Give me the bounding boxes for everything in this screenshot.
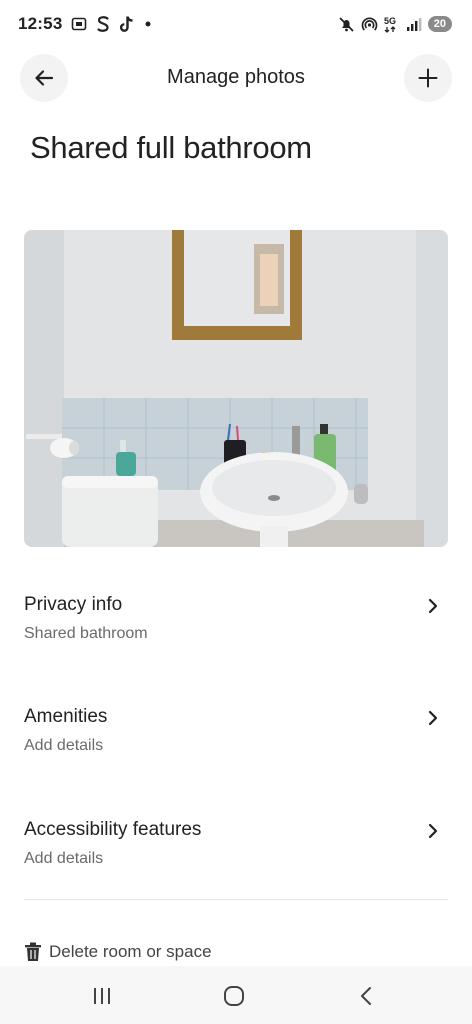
dot-icon — [144, 20, 152, 28]
privacy-info-subtitle: Shared bathroom — [24, 625, 148, 642]
battery-icon: 20 — [427, 16, 452, 32]
divider — [24, 899, 448, 900]
privacy-info-title: Privacy info — [24, 594, 123, 615]
delete-room-label: Delete room or space — [49, 942, 212, 961]
back-icon — [358, 985, 374, 1007]
signal-icon — [406, 16, 422, 32]
5g-icon: 5G — [384, 15, 400, 33]
home-icon — [223, 985, 245, 1007]
bathroom-photo[interactable] — [24, 230, 448, 547]
screenshot-icon — [71, 16, 87, 32]
hotspot-icon — [361, 16, 378, 33]
status-time: 12:53 — [18, 14, 63, 33]
plus-icon — [417, 67, 439, 89]
tiktok-icon — [119, 15, 135, 33]
add-photo-button[interactable] — [404, 54, 452, 102]
system-back-button[interactable] — [346, 982, 386, 1010]
mute-icon — [338, 16, 355, 33]
privacy-info-row[interactable]: Privacy info Shared bathroom — [24, 594, 448, 664]
s-app-icon — [96, 15, 110, 33]
status-left: 12:53 — [18, 14, 152, 34]
chevron-right-icon — [426, 596, 440, 621]
recent-apps-button[interactable] — [82, 982, 122, 1010]
amenities-title: Amenities — [24, 706, 108, 727]
svg-text:5G: 5G — [384, 16, 396, 26]
accessibility-features-row[interactable]: Accessibility features Add details — [24, 819, 448, 889]
page-title: Shared full bathroom — [30, 130, 312, 165]
chevron-right-icon — [426, 708, 440, 733]
status-right: 5G 20 — [338, 15, 452, 33]
delete-room-button[interactable]: Delete room or space — [24, 940, 212, 964]
chevron-right-icon — [426, 821, 440, 846]
header-title: Manage photos — [167, 66, 305, 88]
recent-apps-icon — [91, 986, 113, 1006]
top-app-bar: Manage photos — [0, 52, 472, 106]
home-button[interactable] — [214, 982, 254, 1010]
status-bar: 12:53 5G 20 — [0, 0, 472, 48]
accessibility-features-title: Accessibility features — [24, 819, 202, 840]
accessibility-features-subtitle: Add details — [24, 850, 104, 867]
system-nav-bar — [0, 966, 472, 1024]
amenities-subtitle: Add details — [24, 737, 104, 754]
amenities-row[interactable]: Amenities Add details — [24, 706, 448, 776]
trash-icon — [24, 942, 42, 962]
